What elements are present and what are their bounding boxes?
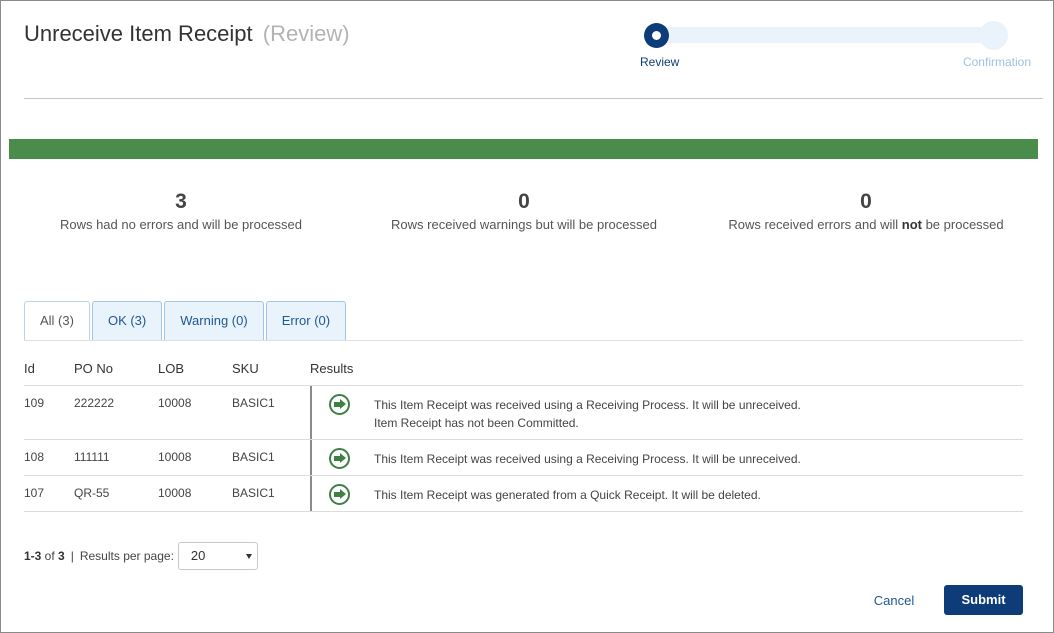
pagination-bar: 1-3 of 3 | Results per page: 20 [24,541,258,570]
column-header-lob[interactable]: LOB [158,361,184,376]
step-confirmation-indicator [979,21,1008,50]
cell-id: 108 [24,450,45,464]
arrow-circle-right-icon [329,394,350,415]
submit-button[interactable]: Submit [944,585,1023,615]
cell-sku: BASIC1 [232,396,275,410]
summary-warning-count: 0 [518,190,530,213]
results-per-page-label: Results per page: [79,548,174,563]
stepper-track [651,27,1001,43]
summary-warning-text: Rows received warnings but will be proce… [391,217,657,232]
header-divider [24,98,1043,99]
page-title: Unreceive Item Receipt (Review) [24,21,350,47]
cell-id: 107 [24,486,45,500]
summary-ok-count: 3 [175,190,187,213]
result-message: This Item Receipt was generated from a Q… [374,488,761,502]
pager-total: 3 [58,548,65,563]
summary-error-text: Rows received errors and will not be pro… [721,217,1011,232]
step-review-label: Review [640,55,680,69]
table-row[interactable]: 109 222222 10008 BASIC1 This Item Receip… [24,386,1023,440]
results-divider [310,476,312,511]
summary-error-text-bold: not [901,217,922,232]
summary-error-text-before: Rows received errors and will [728,217,902,232]
summary-ok-text: Rows had no errors and will be processed [59,217,303,232]
title-subtitle: (Review) [262,21,350,46]
cell-results: This Item Receipt was received using a R… [374,450,801,468]
results-per-page-select[interactable]: 20 [177,541,258,570]
cell-results: This Item Receipt was received using a R… [374,396,801,432]
column-header-po-no[interactable]: PO No [74,361,113,376]
cell-po-no: QR-55 [74,486,110,500]
result-message: This Item Receipt was received using a R… [374,398,801,412]
column-header-sku[interactable]: SKU [232,361,259,376]
title-text: Unreceive Item Receipt [24,21,253,46]
table-row[interactable]: 107 QR-55 10008 BASIC1 This Item Receipt… [24,476,1023,512]
result-message: This Item Receipt was received using a R… [374,452,801,466]
results-per-page-value: 20 [190,547,206,563]
column-header-results[interactable]: Results [310,361,353,376]
arrow-circle-right-icon [329,448,350,469]
step-confirmation-label: Confirmation [962,55,1031,69]
processing-progress-bar [9,139,1038,159]
step-review-indicator [644,23,669,48]
pager-separator: | [70,548,74,563]
tab-warning[interactable]: Warning (0) [164,301,264,341]
cell-results: This Item Receipt was generated from a Q… [374,486,761,504]
cell-lob: 10008 [158,486,192,500]
tabs-baseline [24,340,1023,341]
results-tabs: All (3) OK (3) Warning (0) Error (0) [24,301,348,341]
tab-all[interactable]: All (3) [24,301,90,341]
pager-of: of [41,548,59,563]
table-row[interactable]: 108 111111 10008 BASIC1 This Item Receip… [24,440,1023,476]
cell-sku: BASIC1 [232,450,275,464]
table-header: Id PO No LOB SKU Results [24,353,1023,386]
wizard-stepper: Review Confirmation [640,21,1035,73]
result-message: Item Receipt has not been Committed. [374,416,579,430]
summary-error-count: 0 [860,190,872,213]
cell-po-no: 111111 [74,450,110,464]
cell-lob: 10008 [158,450,192,464]
results-table: Id PO No LOB SKU Results 109 222222 1000… [24,353,1023,512]
cell-id: 109 [24,396,45,410]
tab-error[interactable]: Error (0) [265,301,347,341]
cell-lob: 10008 [158,396,192,410]
results-divider [310,440,312,475]
dialog: Unreceive Item Receipt (Review) Review C… [0,0,1054,633]
summary-error: 0 Rows received errors and will not be p… [721,189,1011,232]
cell-po-no: 222222 [74,396,115,410]
cell-sku: BASIC1 [232,486,275,500]
column-header-id[interactable]: Id [24,361,35,376]
pager-range: 1-3 [24,548,42,563]
cancel-button[interactable]: Cancel [859,587,929,615]
summary-ok: 3 Rows had no errors and will be process… [41,189,321,232]
summary-warning: 0 Rows received warnings but will be pro… [383,189,665,232]
tab-ok[interactable]: OK (3) [91,301,163,341]
arrow-circle-right-icon [329,484,350,505]
results-divider [310,386,312,439]
summary-error-text-after: be processed [921,217,1004,232]
chevron-down-icon [245,553,252,559]
